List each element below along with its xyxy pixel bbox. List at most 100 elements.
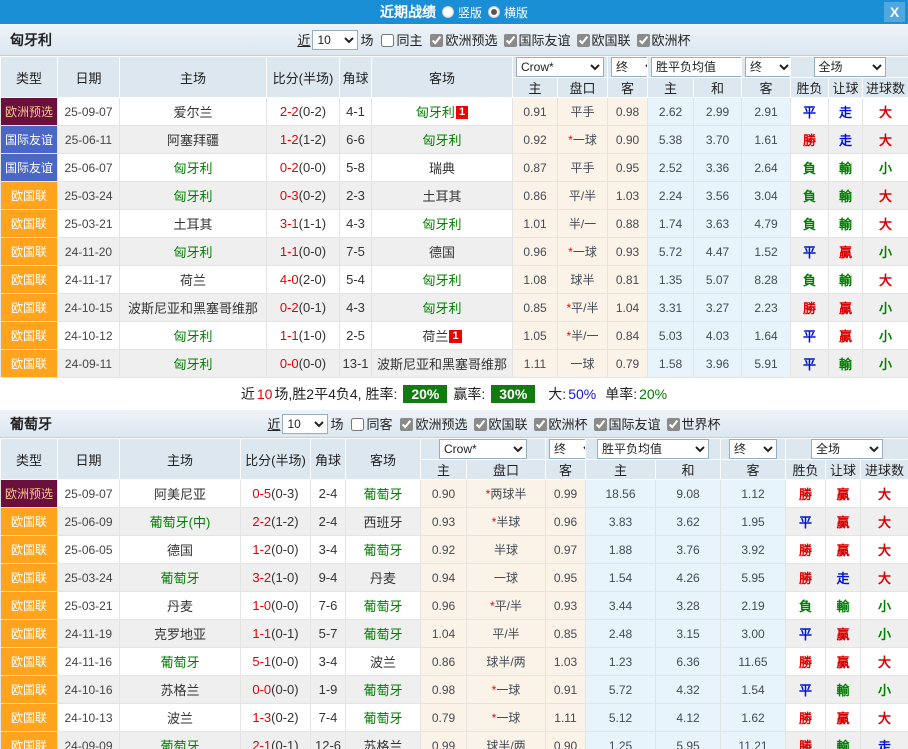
mean-draw-cell: 3.27	[694, 294, 742, 322]
win-rate-badge: 20%	[403, 385, 447, 403]
col-odds-away: 客	[608, 78, 648, 98]
portugal-section-title: 葡萄牙	[10, 414, 150, 434]
fulltime-select[interactable]: 全场	[811, 439, 883, 459]
horizontal-layout-label[interactable]: 横版	[504, 4, 528, 21]
mean-home-cell: 5.72	[648, 238, 694, 266]
away-odds-cell: 0.84	[608, 322, 648, 350]
wdl-final-select[interactable]: 终	[729, 439, 777, 459]
goals-result-cell: 大	[861, 564, 908, 592]
score-cell: 1-1(0-1)	[241, 620, 311, 648]
games-label: 场	[330, 414, 343, 433]
col-handicap-result: 让球	[826, 460, 861, 480]
away-odds-cell: 0.93	[546, 592, 586, 620]
horizontal-layout-radio[interactable]	[488, 6, 500, 18]
wdl-mean-select[interactable]: 胜平负均值	[651, 57, 742, 77]
league-filter[interactable]: 欧国联	[468, 417, 528, 432]
league-checkbox[interactable]	[504, 34, 517, 47]
handicap-result-cell: 贏	[826, 704, 861, 732]
corner-cell: 4-3	[340, 294, 372, 322]
col-type: 类型	[1, 57, 58, 98]
match-row: 欧国联25-03-21土耳其3-1(1-1)4-3匈牙利1.01半/一0.881…	[1, 210, 908, 238]
fulltime-select[interactable]: 全场	[814, 57, 886, 77]
away-odds-cell: 0.99	[546, 480, 586, 508]
league-checkbox[interactable]	[430, 34, 443, 47]
home-team-cell: 德国	[120, 536, 241, 564]
league-checkbox[interactable]	[667, 418, 680, 431]
league-filter[interactable]: 欧国联	[571, 33, 631, 48]
goals-result-cell: 大	[861, 648, 908, 676]
vertical-layout-radio[interactable]	[442, 6, 454, 18]
wdl-mean-select[interactable]: 胜平负均值	[597, 439, 709, 459]
away-odds-cell: 0.93	[608, 238, 648, 266]
league-filter[interactable]: 国际友谊	[588, 417, 661, 432]
same-home-filter[interactable]: 同主	[375, 30, 422, 49]
handicap-result-cell: 贏	[826, 480, 861, 508]
goals-result-cell: 大	[863, 266, 908, 294]
score-cell: 0-2(0-1)	[267, 294, 340, 322]
handicap-cell: 球半/两	[467, 648, 546, 676]
league-type-cell: 欧国联	[1, 294, 58, 322]
mean-away-cell: 11.21	[721, 732, 786, 749]
goals-result-cell: 大	[863, 98, 908, 126]
recent-count-select[interactable]: 10	[312, 30, 358, 50]
league-type-cell: 欧国联	[1, 266, 58, 294]
league-checkbox[interactable]	[474, 418, 487, 431]
mean-draw-cell: 5.07	[694, 266, 742, 294]
league-checkbox[interactable]	[637, 34, 650, 47]
wdl-final-select[interactable]: 终	[745, 57, 791, 77]
league-checkbox[interactable]	[534, 418, 547, 431]
score-cell: 0-0(0-0)	[267, 350, 340, 378]
league-filter[interactable]: 国际友谊	[498, 33, 571, 48]
league-type-cell: 国际友谊	[1, 126, 58, 154]
league-filter[interactable]: 世界杯	[661, 417, 721, 432]
handicap-result-cell: 輸	[829, 182, 863, 210]
mean-away-cell: 8.28	[742, 266, 791, 294]
home-team-cell: 苏格兰	[120, 676, 241, 704]
same-away-filter[interactable]: 同客	[345, 414, 392, 433]
date-cell: 25-03-21	[58, 210, 120, 238]
league-checkbox[interactable]	[594, 418, 607, 431]
recent-count-select[interactable]: 10	[282, 414, 328, 434]
crow-final-select[interactable]: 终	[611, 57, 648, 77]
score-cell: 0-5(0-3)	[241, 480, 311, 508]
score-cell: 0-3(0-2)	[267, 182, 340, 210]
goals-result-cell: 大	[861, 480, 908, 508]
handicap-result-cell: 贏	[826, 620, 861, 648]
league-filter[interactable]: 欧洲杯	[631, 33, 691, 48]
same-away-checkbox[interactable]	[351, 418, 364, 431]
home-team-cell: 匈牙利	[120, 350, 267, 378]
match-row: 欧国联24-10-13波兰1-3(0-2)7-4葡萄牙0.79*一球1.115.…	[1, 704, 908, 732]
mean-away-cell: 2.64	[742, 154, 791, 182]
result-cell: 平	[786, 620, 826, 648]
corner-cell: 4-1	[340, 98, 372, 126]
vertical-layout-label[interactable]: 竖版	[458, 4, 482, 21]
mean-draw-cell: 4.03	[694, 322, 742, 350]
crow-company-select[interactable]: Crow*	[516, 57, 604, 77]
crow-company-select[interactable]: Crow*	[439, 439, 527, 459]
handicap-cell: *一球	[558, 238, 608, 266]
result-cell: 負	[786, 592, 826, 620]
league-filter[interactable]: 欧洲杯	[528, 417, 588, 432]
score-cell: 1-0(0-0)	[241, 592, 311, 620]
close-icon[interactable]: X	[884, 2, 905, 22]
league-checkbox[interactable]	[400, 418, 413, 431]
result-cell: 勝	[786, 704, 826, 732]
match-row: 欧洲预选25-09-07阿美尼亚0-5(0-3)2-4葡萄牙0.90*两球半0.…	[1, 480, 908, 508]
league-checkbox[interactable]	[577, 34, 590, 47]
goals-result-cell: 大	[863, 210, 908, 238]
handicap-result-cell: 走	[829, 126, 863, 154]
away-odds-cell: 1.04	[608, 294, 648, 322]
score-cell: 1-2(1-2)	[267, 126, 340, 154]
date-cell: 25-06-09	[58, 508, 120, 536]
league-filter[interactable]: 欧洲预选	[424, 33, 497, 48]
date-cell: 25-09-07	[58, 98, 120, 126]
away-odds-cell: 1.11	[546, 704, 586, 732]
handicap-result-cell: 贏	[829, 238, 863, 266]
mean-draw-cell: 5.95	[656, 732, 721, 749]
same-home-checkbox[interactable]	[381, 34, 394, 47]
crow-final-select[interactable]: 终	[549, 439, 586, 459]
result-cell: 勝	[791, 126, 829, 154]
score-cell: 3-2(1-0)	[241, 564, 311, 592]
away-odds-cell: 1.03	[608, 182, 648, 210]
league-filter[interactable]: 欧洲预选	[394, 417, 467, 432]
